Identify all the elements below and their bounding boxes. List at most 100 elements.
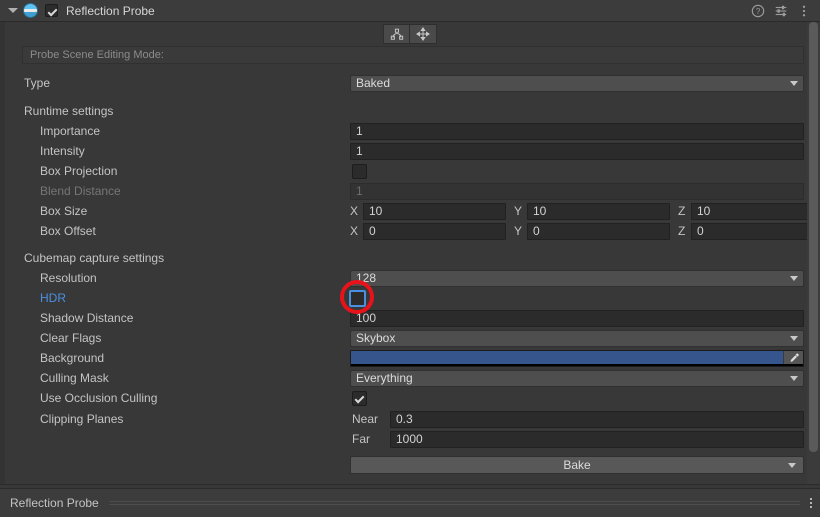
near-input[interactable]: 0.3	[390, 410, 804, 428]
blend-distance-input: 1	[350, 182, 804, 200]
box-offset-z-input[interactable]: 0	[691, 222, 820, 240]
culling-mask-value: Everything	[356, 371, 413, 385]
blend-distance-label: Blend Distance	[40, 184, 121, 198]
help-icon[interactable]: ?	[751, 4, 765, 18]
row-hdr: HDR	[0, 288, 820, 308]
axis-label-z: Z	[678, 204, 686, 218]
add-component-footer: Reflection Probe	[0, 488, 820, 517]
inspector-panel: Reflection Probe ? Probe Scene Editing M…	[0, 0, 820, 517]
box-projection-checkbox[interactable]	[352, 163, 367, 179]
importance-input[interactable]: 1	[350, 122, 804, 140]
chevron-down-icon[interactable]	[6, 0, 20, 22]
row-blend-distance: Blend Distance 1	[0, 181, 820, 201]
resolution-dropdown[interactable]: 128	[350, 269, 804, 287]
axis-label-y: Y	[514, 204, 523, 218]
clear-flags-label: Clear Flags	[40, 331, 102, 345]
box-size-x-input[interactable]: 10	[363, 202, 506, 220]
type-label: Type	[24, 76, 51, 90]
box-size-x: X 10	[350, 202, 506, 220]
cubemap-settings-header-row: Cubemap capture settings	[0, 248, 820, 268]
chevron-down-icon	[790, 375, 798, 381]
reflection-probe-sphere-icon	[23, 3, 38, 18]
resolution-value: 128	[356, 271, 377, 285]
vertical-scrollbar[interactable]	[807, 22, 820, 485]
row-type: Type Baked	[0, 73, 820, 93]
axis-label-z: Z	[678, 224, 686, 238]
row-clipping-planes-near: Clipping Planes Near 0.3	[0, 409, 820, 429]
axis-label-x: X	[350, 224, 359, 238]
page-title: Reflection Probe	[66, 3, 155, 18]
background-color-field[interactable]	[350, 349, 804, 367]
header-icon-group: ?	[751, 4, 820, 18]
row-use-occlusion-culling: Use Occlusion Culling	[0, 388, 820, 408]
row-box-size: Box Size X 10 Y 10 Z 10	[0, 201, 820, 221]
far-label: Far	[352, 432, 370, 446]
hdr-checkbox[interactable]	[349, 289, 366, 307]
chevron-down-icon[interactable]	[788, 462, 796, 468]
kebab-menu-icon[interactable]	[797, 4, 811, 18]
scrollbar-thumb[interactable]	[809, 22, 818, 452]
background-alpha-bar	[351, 363, 803, 366]
use-occlusion-culling-checkbox[interactable]	[352, 390, 367, 406]
hdr-label: HDR	[40, 291, 66, 305]
box-size-z: Z 10	[678, 202, 820, 220]
shadow-distance-input[interactable]: 100	[350, 309, 804, 327]
intensity-value: 1	[356, 144, 363, 158]
clear-flags-dropdown[interactable]: Skybox	[350, 329, 804, 347]
box-size-y: Y 10	[514, 202, 670, 220]
box-size-vector3: X 10 Y 10 Z 10	[350, 202, 820, 220]
bake-button[interactable]: Bake	[350, 456, 804, 474]
row-clipping-planes-far: Far 1000	[0, 429, 820, 449]
row-intensity: Intensity 1	[0, 141, 820, 161]
panel-bottom-divider	[0, 484, 820, 485]
preset-settings-icon[interactable]	[774, 4, 788, 18]
component-enabled-checkbox[interactable]	[45, 4, 58, 17]
box-size-z-value: 10	[697, 204, 711, 218]
kebab-menu-icon[interactable]	[810, 498, 812, 508]
cubemap-settings-header: Cubemap capture settings	[24, 251, 165, 265]
row-box-offset: Box Offset X 0 Y 0 Z 0	[0, 221, 820, 241]
box-projection-label: Box Projection	[40, 164, 118, 178]
box-offset-y-value: 0	[533, 224, 540, 238]
axis-label-x: X	[350, 204, 359, 218]
resolution-label: Resolution	[40, 271, 97, 285]
culling-mask-label: Culling Mask	[40, 371, 109, 385]
box-size-y-value: 10	[533, 204, 547, 218]
footer-divider	[108, 501, 800, 505]
clipping-planes-label: Clipping Planes	[40, 412, 124, 426]
runtime-settings-header-row: Runtime settings	[0, 101, 820, 121]
intensity-input[interactable]: 1	[350, 142, 804, 160]
box-size-x-value: 10	[369, 204, 383, 218]
background-label: Background	[40, 351, 105, 365]
type-dropdown[interactable]: Baked	[350, 74, 804, 92]
type-dropdown-value: Baked	[356, 76, 391, 90]
chevron-down-icon	[790, 335, 798, 341]
row-clear-flags: Clear Flags Skybox	[0, 328, 820, 348]
axis-label-y: Y	[514, 224, 523, 238]
box-size-z-input[interactable]: 10	[691, 202, 820, 220]
culling-mask-dropdown[interactable]: Everything	[350, 369, 804, 387]
box-size-y-input[interactable]: 10	[527, 202, 670, 220]
eyedropper-icon	[790, 353, 799, 362]
svg-text:?: ?	[756, 7, 761, 16]
clear-flags-value: Skybox	[356, 331, 396, 345]
far-input[interactable]: 1000	[390, 430, 804, 448]
box-offset-vector3: X 0 Y 0 Z 0	[350, 222, 820, 240]
footer-label: Reflection Probe	[10, 496, 99, 510]
box-offset-x-value: 0	[369, 224, 376, 238]
box-offset-y-input[interactable]: 0	[527, 222, 670, 240]
box-offset-x: X 0	[350, 222, 506, 240]
intensity-label: Intensity	[40, 144, 85, 158]
box-offset-z-value: 0	[697, 224, 704, 238]
edit-bounds-button[interactable]	[383, 24, 410, 44]
probe-scene-editing-mode-box: Probe Scene Editing Mode:	[22, 46, 804, 64]
importance-label: Importance	[40, 124, 101, 138]
row-background: Background	[0, 348, 820, 368]
shadow-distance-label: Shadow Distance	[40, 311, 134, 325]
box-offset-x-input[interactable]: 0	[363, 222, 506, 240]
row-box-projection: Box Projection	[0, 161, 820, 181]
edit-origin-button[interactable]	[410, 24, 437, 44]
shadow-distance-value: 100	[356, 311, 377, 325]
box-offset-z: Z 0	[678, 222, 820, 240]
near-label: Near	[352, 412, 379, 426]
